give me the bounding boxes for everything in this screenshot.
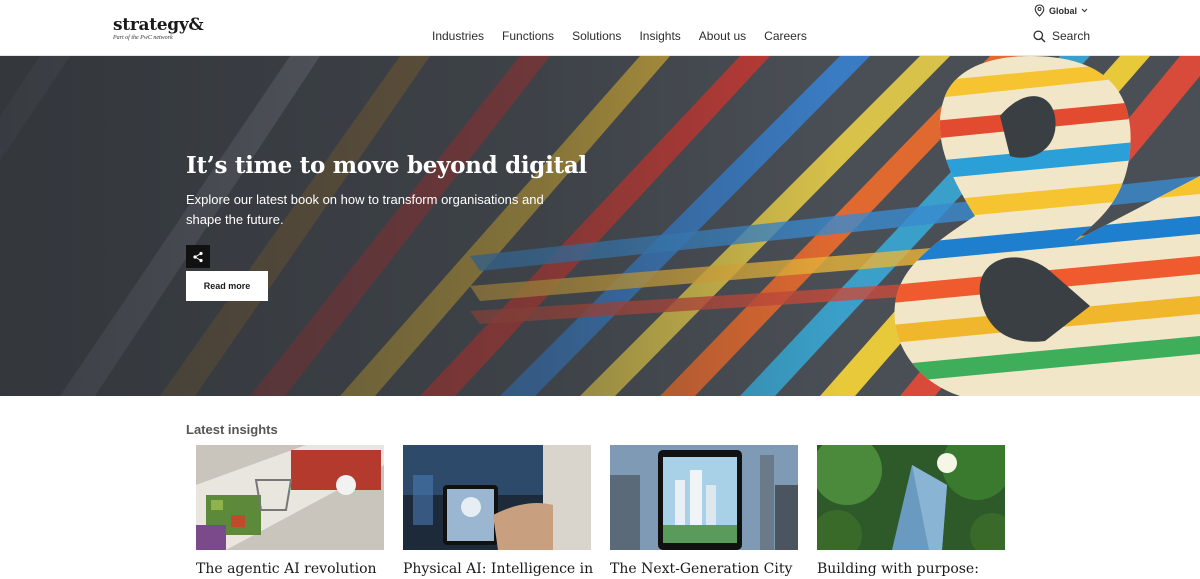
nav-item-careers[interactable]: Careers <box>764 29 807 43</box>
logo-tagline: Part of the PwC network <box>113 35 173 41</box>
hero-banner: It’s time to move beyond digital Explore… <box>0 56 1200 396</box>
insight-card[interactable]: The agentic AI revolution <box>196 445 384 577</box>
logo-text: strategy& <box>113 15 204 35</box>
main-nav: Industries Functions Solutions Insights … <box>432 29 807 43</box>
section-title-latest-insights: Latest insights <box>186 422 278 437</box>
hero-background-image <box>0 56 1200 396</box>
search-icon <box>1033 29 1046 42</box>
share-icon <box>193 251 203 262</box>
nav-item-about-us[interactable]: About us <box>699 29 746 43</box>
insight-card[interactable]: Building with purpose: <box>817 445 1005 577</box>
search-button[interactable]: Search <box>1033 29 1090 43</box>
hero-title: It’s time to move beyond digital <box>186 152 587 179</box>
insight-card[interactable]: The Next-Generation City <box>610 445 798 577</box>
insight-card[interactable]: Physical AI: Intelligence in <box>403 445 594 577</box>
insight-card-title: Building with purpose: <box>817 561 979 577</box>
insight-card-title: The agentic AI revolution <box>196 561 377 577</box>
insight-card-title: The Next-Generation City <box>610 561 793 577</box>
share-button[interactable] <box>186 245 210 268</box>
read-more-button[interactable]: Read more <box>186 271 268 301</box>
site-header: strategy& Part of the PwC network Global… <box>0 0 1200 56</box>
nav-item-industries[interactable]: Industries <box>432 29 484 43</box>
nav-item-solutions[interactable]: Solutions <box>572 29 621 43</box>
nav-item-functions[interactable]: Functions <box>502 29 554 43</box>
hero-subtitle: Explore our latest book on how to transf… <box>186 192 544 227</box>
location-pin-icon <box>1034 4 1045 17</box>
insight-card-title: Physical AI: Intelligence in <box>403 561 594 577</box>
insight-thumbnail-building <box>817 445 1005 550</box>
nav-item-insights[interactable]: Insights <box>639 29 680 43</box>
region-selector[interactable]: Global <box>1034 4 1088 17</box>
region-label: Global <box>1049 5 1078 16</box>
insight-thumbnail-city <box>610 445 798 550</box>
insight-thumbnail-shopping <box>196 445 384 550</box>
logo[interactable]: strategy& Part of the PwC network <box>113 15 204 41</box>
chevron-down-icon <box>1081 8 1088 13</box>
search-label: Search <box>1052 29 1091 43</box>
insight-thumbnail-tablet-ai <box>403 445 591 550</box>
